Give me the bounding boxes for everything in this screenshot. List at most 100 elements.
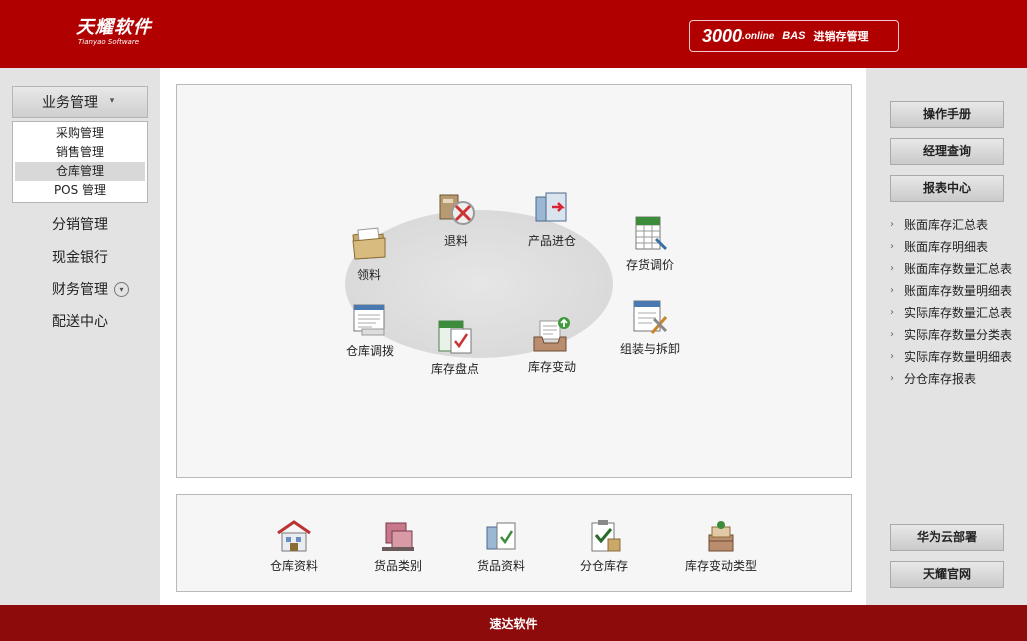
report-link[interactable]: › 账面库存数量汇总表 xyxy=(890,258,1024,280)
clipboard-check-icon xyxy=(591,520,621,552)
manual-button[interactable]: 操作手册 xyxy=(890,101,1004,128)
cake-boxes-icon xyxy=(708,521,734,552)
tile-label: 仓库资料 xyxy=(269,559,318,573)
business-menu-label: 业务管理 xyxy=(42,95,98,111)
goods-check-icon xyxy=(486,522,516,550)
report-link[interactable]: › 账面库存明细表 xyxy=(890,236,1024,258)
tile-label: 组装与拆卸 xyxy=(619,342,680,356)
checklist-icon xyxy=(438,320,472,354)
return-material-button[interactable]: 退料 xyxy=(411,189,501,249)
submenu-item-warehouse[interactable]: 仓库管理 xyxy=(15,162,145,181)
report-link[interactable]: › 分仓库存报表 xyxy=(890,368,1024,390)
report-link[interactable]: › 账面库存汇总表 xyxy=(890,214,1024,236)
sidebar-item-label: 分销管理 xyxy=(52,217,108,233)
product-online: .online xyxy=(742,30,775,42)
report-link[interactable]: › 实际库存数量明细表 xyxy=(890,346,1024,368)
assembly-button[interactable]: 组装与拆卸 xyxy=(605,297,695,357)
report-link-label: 分仓库存报表 xyxy=(904,372,977,386)
sidebar-item-label: 配送中心 xyxy=(52,314,108,330)
huawei-cloud-button[interactable]: 华为云部署 xyxy=(890,524,1004,551)
double-chevron-down-icon: ▾ xyxy=(109,96,115,106)
sub-warehouse-stock-button[interactable]: 分仓库存 xyxy=(559,519,649,574)
spreadsheet-icon xyxy=(635,216,668,251)
business-menu-header[interactable]: 业务管理 ▾ xyxy=(12,86,148,118)
warehouse-info-button[interactable]: 仓库资料 xyxy=(249,519,339,574)
product-number: 3000 xyxy=(702,25,743,46)
tile-label: 存货调价 xyxy=(625,258,674,272)
chevron-right-icon: › xyxy=(890,307,894,318)
sidebar-item-distribution[interactable]: 分销管理 xyxy=(52,214,108,234)
transfer-document-icon xyxy=(353,304,385,336)
sidebar-item-label: 现金银行 xyxy=(52,250,108,266)
sidebar-item-finance[interactable]: 财务管理 ▾ xyxy=(52,279,129,299)
official-site-button[interactable]: 天耀官网 xyxy=(890,561,1004,588)
report-center-button[interactable]: 报表中心 xyxy=(890,175,1004,202)
stock-change-button[interactable]: 库存变动 xyxy=(507,315,597,375)
brand-name-cn: 天耀软件 xyxy=(76,17,152,38)
tile-label: 产品进仓 xyxy=(527,234,576,248)
boxes-icon xyxy=(382,522,414,551)
brand-name-en: Tianyao Software xyxy=(78,38,140,46)
report-link[interactable]: › 实际库存数量汇总表 xyxy=(890,302,1024,324)
sidebar-item-cash-bank[interactable]: 现金银行 xyxy=(52,247,108,267)
folder-icon xyxy=(352,227,386,260)
submenu-item-purchase[interactable]: 采购管理 xyxy=(15,124,145,143)
report-link-label: 实际库存数量分类表 xyxy=(904,328,1013,342)
report-link[interactable]: › 实际库存数量分类表 xyxy=(890,324,1024,346)
basic-data-panel: 仓库资料 货品类别 货品资料 分仓库存 库存变动类型 xyxy=(176,494,852,592)
tile-label: 库存变动 xyxy=(527,360,576,374)
tile-label: 分仓库存 xyxy=(579,559,628,573)
report-link-label: 实际库存数量明细表 xyxy=(904,350,1013,364)
product-bas: BAS xyxy=(782,30,806,42)
tile-label: 库存盘点 xyxy=(430,362,479,376)
tile-label: 退料 xyxy=(443,234,468,248)
report-link-label: 账面库存明细表 xyxy=(904,240,989,254)
footer-brand: 速达软件 xyxy=(489,617,538,631)
workflow-panel: 领料 退料 产品进仓 存货调价 仓库调拨 库存盘点 库存变动 组装与拆卸 xyxy=(176,84,852,478)
product-in-button[interactable]: 产品进仓 xyxy=(507,189,597,249)
goods-info-button[interactable]: 货品资料 xyxy=(456,519,546,574)
chevron-right-icon: › xyxy=(890,329,894,340)
sidebar-item-label: 财务管理 xyxy=(52,282,108,298)
tile-label: 库存变动类型 xyxy=(684,559,757,573)
tile-label: 货品类别 xyxy=(373,559,422,573)
report-link-label: 账面库存数量明细表 xyxy=(904,284,1013,298)
chevron-right-icon: › xyxy=(890,219,894,230)
price-adjust-button[interactable]: 存货调价 xyxy=(605,213,695,273)
report-link-label: 账面库存数量汇总表 xyxy=(904,262,1013,276)
receive-material-button[interactable]: 领料 xyxy=(324,223,414,283)
tools-document-icon xyxy=(633,300,668,334)
product-description: 进销存管理 xyxy=(813,30,869,43)
report-link-label: 账面库存汇总表 xyxy=(904,218,989,232)
brand-logo: 天耀软件 Tianyao Software xyxy=(76,18,152,47)
warehouse-transfer-button[interactable]: 仓库调拨 xyxy=(325,299,415,359)
product-badge: 3000 .online BAS 进销存管理 xyxy=(689,20,899,52)
stock-change-type-button[interactable]: 库存变动类型 xyxy=(671,519,771,574)
product-box-icon xyxy=(535,192,567,222)
tile-label: 仓库调拨 xyxy=(345,344,394,358)
manager-query-button[interactable]: 经理查询 xyxy=(890,138,1004,165)
chevron-right-icon: › xyxy=(890,263,894,274)
report-list: › 账面库存汇总表 › 账面库存明细表 › 账面库存数量汇总表 › 账面库存数量明细表 … xyxy=(890,214,1024,390)
main-content: 领料 退料 产品进仓 存货调价 仓库调拨 库存盘点 库存变动 组装与拆卸 仓库资… xyxy=(160,68,866,605)
warehouse-icon xyxy=(277,520,311,552)
inbox-upload-icon xyxy=(533,317,570,352)
app-header: 天耀软件 Tianyao Software 3000 .online BAS 进… xyxy=(0,0,1027,68)
report-link[interactable]: › 账面库存数量明细表 xyxy=(890,280,1024,302)
sidebar-item-delivery[interactable]: 配送中心 xyxy=(52,311,108,331)
submenu-item-sales[interactable]: 销售管理 xyxy=(15,143,145,162)
chevron-right-icon: › xyxy=(890,241,894,252)
right-sidebar: 操作手册 经理查询 报表中心 › 账面库存汇总表 › 账面库存明细表 › 账面库存数量… xyxy=(866,68,1027,605)
report-link-label: 实际库存数量汇总表 xyxy=(904,306,1013,320)
stocktake-button[interactable]: 库存盘点 xyxy=(410,317,500,377)
business-submenu: 采购管理 销售管理 仓库管理 POS 管理 xyxy=(12,121,148,203)
chevron-right-icon: › xyxy=(890,373,894,384)
left-sidebar: 业务管理 ▾ 采购管理 销售管理 仓库管理 POS 管理 分销管理 现金银行 财… xyxy=(0,68,160,605)
expand-chevron-icon[interactable]: ▾ xyxy=(114,281,129,297)
goods-category-button[interactable]: 货品类别 xyxy=(353,519,443,574)
return-box-icon xyxy=(439,194,475,225)
tile-label: 货品资料 xyxy=(476,559,525,573)
chevron-right-icon: › xyxy=(890,351,894,362)
submenu-item-pos[interactable]: POS 管理 xyxy=(15,181,145,200)
chevron-right-icon: › xyxy=(890,285,894,296)
